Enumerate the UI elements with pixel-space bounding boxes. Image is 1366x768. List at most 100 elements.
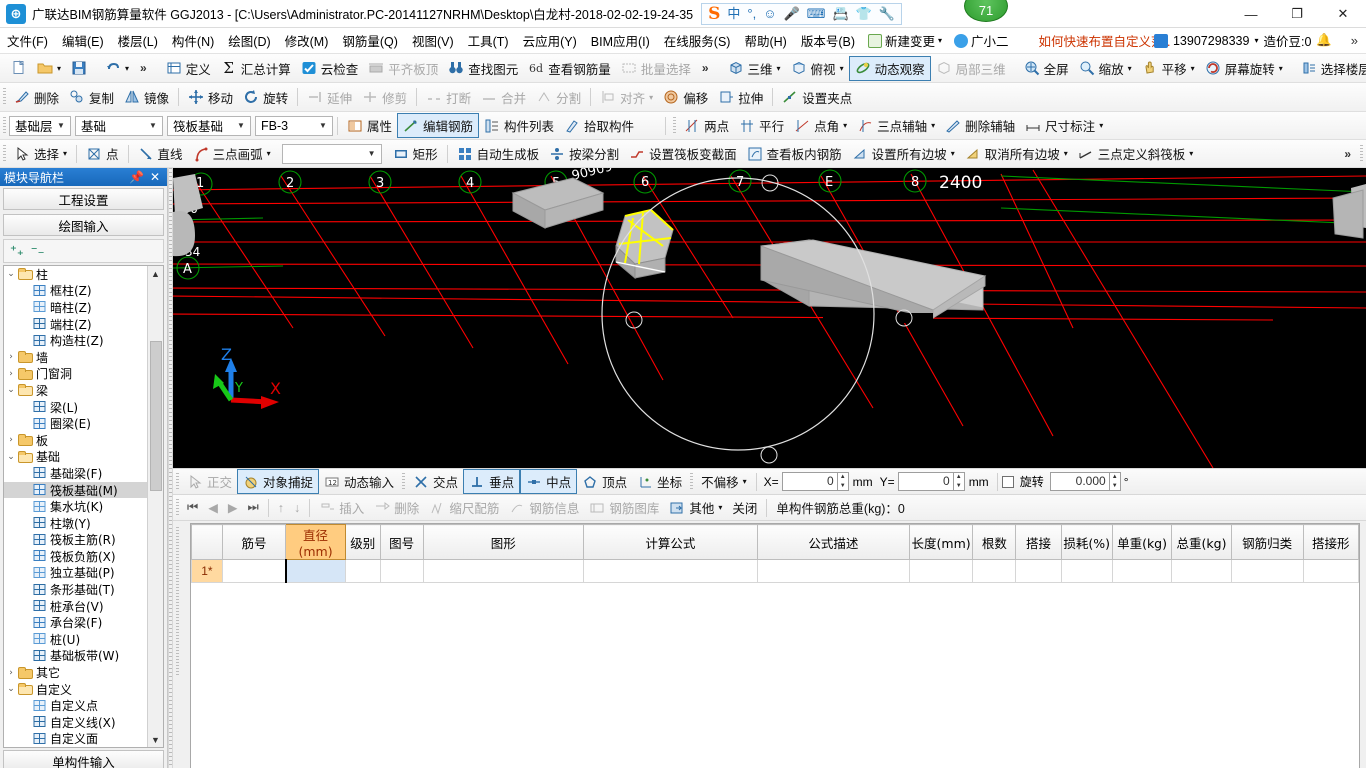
rebar-info-button[interactable]: 钢筋信息 xyxy=(504,495,584,520)
line-tool-button[interactable]: 直线 xyxy=(133,141,188,166)
merge-button[interactable]: 合并 xyxy=(476,85,531,110)
table-cell[interactable] xyxy=(908,559,974,583)
split-button[interactable]: 分割 xyxy=(531,85,586,110)
x-offset-input[interactable]: 0 xyxy=(781,472,838,491)
define-button[interactable]: 定义 xyxy=(161,56,216,81)
assistant-button[interactable]: 广小二 xyxy=(948,29,1015,53)
parallel-axis-button[interactable]: 平行 xyxy=(734,113,789,138)
menu-version[interactable]: 版本号(B) xyxy=(794,29,862,53)
table-column-header[interactable]: 总重(kg) xyxy=(1171,524,1232,560)
table-column-header[interactable]: 公式描述 xyxy=(757,524,910,560)
table-cell[interactable] xyxy=(422,559,584,583)
ime-skin-icon[interactable]: 👕 xyxy=(856,7,872,20)
menu-edit[interactable]: 编辑(E) xyxy=(55,29,111,53)
snapbar-grip[interactable] xyxy=(176,472,179,491)
tree-item[interactable]: 筏板主筋(R) xyxy=(4,532,147,549)
tree-folder[interactable]: › 其它 xyxy=(4,664,147,681)
cloud-check-button[interactable]: 云检查 xyxy=(296,56,364,81)
extend-button[interactable]: 延伸 xyxy=(302,85,357,110)
scroll-up-arrow[interactable]: ▲ xyxy=(147,266,163,281)
beans-label[interactable]: 造价豆:0 xyxy=(1263,31,1311,50)
tree-folder[interactable]: ⌄ 基础 xyxy=(4,449,147,466)
tree-item[interactable]: 自定义点 xyxy=(4,697,147,714)
float-badge[interactable]: 71 xyxy=(964,0,1008,22)
component-combo[interactable]: FB-3 ▼ xyxy=(255,115,333,136)
offset-button[interactable]: 偏移 xyxy=(658,85,713,110)
table-column-header[interactable]: 损耗(%) xyxy=(1060,524,1113,560)
point-angle-axis-button[interactable]: 点角 ▾ xyxy=(789,113,852,138)
table-cell[interactable] xyxy=(344,559,381,583)
close-button[interactable]: ✕ xyxy=(1320,0,1366,28)
table-column-header[interactable]: 长度(mm) xyxy=(908,524,974,560)
table-column-header[interactable]: 级别 xyxy=(344,524,381,560)
tree-item[interactable]: 筏板负筋(X) xyxy=(4,548,147,565)
table-grip[interactable] xyxy=(176,527,179,677)
ime-card-icon[interactable]: 📇 xyxy=(832,7,848,20)
table-cell[interactable] xyxy=(1302,559,1359,583)
batch-select-button[interactable]: 批量选择 xyxy=(616,56,696,81)
offset-mode-combo[interactable]: 不偏移 ▾ xyxy=(696,469,752,494)
orbit-button[interactable]: 动态观察 xyxy=(848,55,931,81)
menu-file[interactable]: 文件(F) xyxy=(0,29,55,53)
pin-icon[interactable]: 📌 xyxy=(126,170,147,184)
nav-next-button[interactable]: ▶ xyxy=(223,495,243,520)
mirror-button[interactable]: 镜像 xyxy=(119,85,174,110)
view-rebar-button[interactable]: 6d 查看钢筋量 xyxy=(523,56,616,81)
tree-expander-icon[interactable]: ⌄ xyxy=(4,385,18,395)
table-cell[interactable] xyxy=(1230,559,1304,583)
tree-item[interactable]: 桩承台(V) xyxy=(4,598,147,615)
nav-prev-button[interactable]: ◀ xyxy=(203,495,223,520)
menu-bim-app[interactable]: BIM应用(I) xyxy=(584,29,657,53)
ime-smiley-icon[interactable]: ☺ xyxy=(763,7,776,20)
delete-axis-button[interactable]: 删除辅轴 xyxy=(940,113,1020,138)
three-point-axis-button[interactable]: 三点辅轴 ▾ xyxy=(852,113,940,138)
close-icon[interactable]: ✕ xyxy=(147,170,163,184)
project-settings-button[interactable]: 工程设置 xyxy=(3,188,164,210)
ime-tools-icon[interactable]: 🔧 xyxy=(879,7,895,20)
slope-raft-button[interactable]: 三点定义斜筏板 ▾ xyxy=(1073,141,1199,166)
nav-last-button[interactable]: ⏭ xyxy=(243,495,264,520)
tree-item[interactable]: 柱墩(Y) xyxy=(4,515,147,532)
table-column-header[interactable]: 计算公式 xyxy=(582,524,759,560)
toolbar3-grip[interactable] xyxy=(3,116,6,135)
edit-rebar-button[interactable]: 编辑钢筋 xyxy=(397,113,480,138)
component-list-button[interactable]: 构件列表 xyxy=(479,113,559,138)
rectangle-tool-button[interactable]: 矩形 xyxy=(388,141,443,166)
tree-folder[interactable]: › 门窗洞 xyxy=(4,366,147,383)
account-phone[interactable]: 13907298339 xyxy=(1173,34,1249,48)
tree-item[interactable]: 梁(L) xyxy=(4,399,147,416)
properties-button[interactable]: 属性 xyxy=(342,113,397,138)
tree-expander-icon[interactable]: › xyxy=(4,668,18,678)
tree-item[interactable]: 条形基础(T) xyxy=(4,581,147,598)
cancel-slope-button[interactable]: 取消所有边坡 ▾ xyxy=(960,141,1073,166)
table-cell[interactable] xyxy=(1171,559,1232,583)
select-floor-button[interactable]: 选择楼层 xyxy=(1296,56,1366,81)
toolbar2-grip[interactable] xyxy=(3,88,6,106)
rebar-toolbar-grip[interactable] xyxy=(176,498,179,517)
toolbar4-end-grip[interactable] xyxy=(1360,144,1363,163)
drawing-input-button[interactable]: 绘图输入 xyxy=(3,214,164,236)
table-column-header[interactable]: 筋号 xyxy=(221,524,287,560)
dimension-button[interactable]: 尺寸标注 ▾ xyxy=(1020,113,1108,138)
tree-item[interactable]: 独立基础(P) xyxy=(4,565,147,582)
fullscreen-button[interactable]: 全屏 xyxy=(1019,56,1074,81)
table-column-header[interactable]: 直径(mm) xyxy=(285,524,346,560)
view-slab-rebar-button[interactable]: 查看板内钢筋 xyxy=(742,141,847,166)
point-tool-button[interactable]: 点 xyxy=(81,141,124,166)
table-column-header[interactable]: 根数 xyxy=(972,524,1017,560)
offset-grip[interactable] xyxy=(690,472,694,491)
3d-view-button[interactable]: 三维 ▾ xyxy=(723,56,786,81)
pick-component-button[interactable]: 拾取构件 xyxy=(559,113,639,138)
coordinate-snap-toggle[interactable]: 坐标 xyxy=(632,469,687,494)
save-button[interactable] xyxy=(66,56,92,81)
close-panel-button[interactable]: 关闭 xyxy=(727,495,762,520)
tree-expander-icon[interactable]: › xyxy=(4,369,18,379)
scroll-down-arrow[interactable]: ▼ xyxy=(147,732,163,747)
ime-voice-icon[interactable]: 🎤 xyxy=(784,7,800,20)
3d-canvas[interactable]: 1 2 3 4 5 6 7 E 8 A 34 200 2400 90909 xyxy=(173,168,1366,468)
ime-mode-icon[interactable]: 中 xyxy=(727,7,740,20)
tree-item[interactable]: 承台梁(F) xyxy=(4,614,147,631)
toolbar4-grip[interactable] xyxy=(3,144,6,163)
tree-item[interactable]: 基础梁(F) xyxy=(4,465,147,482)
table-column-header[interactable]: 搭接 xyxy=(1015,524,1062,560)
